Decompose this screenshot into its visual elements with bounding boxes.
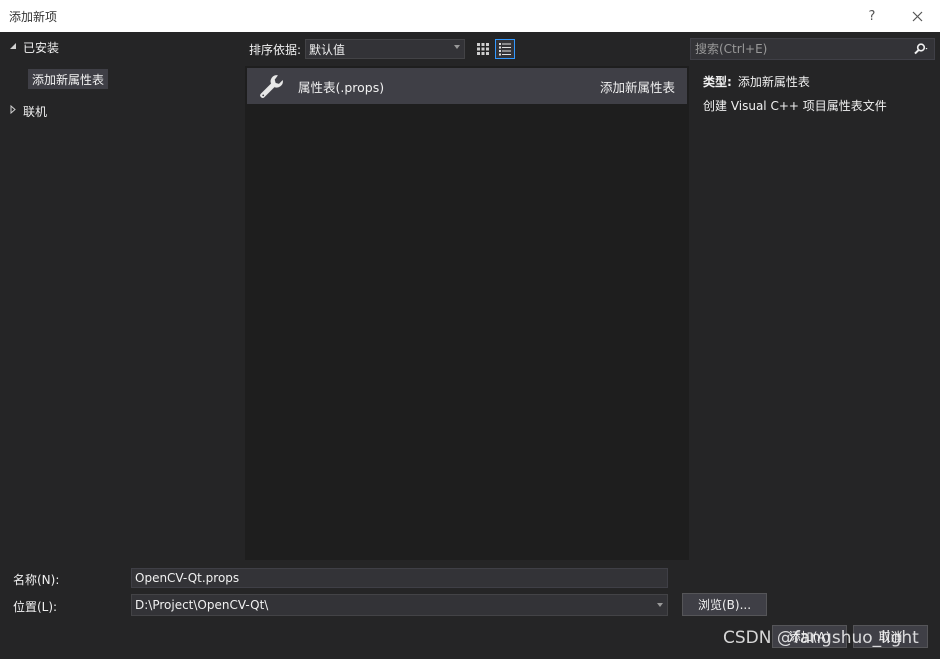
- close-icon: [912, 11, 922, 21]
- template-item-property-sheet[interactable]: 属性表(.props) 添加新属性表: [247, 68, 687, 104]
- category-tree: 已安装 添加新属性表 联机: [0, 32, 244, 560]
- tree-node-label: 联机: [23, 104, 48, 119]
- sort-select-value: 默认值: [309, 42, 346, 57]
- location-value: D:\Project\OpenCV-Qt\: [135, 598, 269, 612]
- sort-toolbar: 排序依据: 默认值: [249, 38, 516, 60]
- grid-view-icon: [477, 43, 490, 55]
- chevron-down-icon: [454, 45, 461, 49]
- template-name: 属性表(.props): [298, 79, 385, 95]
- tree-node-online[interactable]: 联机: [7, 101, 47, 121]
- small-icons-view-button[interactable]: [473, 39, 493, 59]
- watermark-text: CSDN @fangshuo_light: [723, 628, 919, 648]
- name-label: 名称(N):: [13, 573, 60, 587]
- tree-node-label: 已安装: [23, 40, 60, 55]
- dialog-content: 已安装 添加新属性表 联机 排序依据: 默认值 搜索(Ctrl+E) 属性表(.…: [0, 32, 940, 659]
- search-icon: [914, 43, 928, 55]
- type-label: 类型:: [703, 75, 732, 89]
- template-list: 属性表(.props) 添加新属性表: [245, 66, 689, 560]
- chevron-down-icon: [657, 603, 663, 607]
- details-pane: 类型: 添加新属性表 创建 Visual C++ 项目属性表文件: [689, 66, 940, 560]
- sort-select[interactable]: 默认值: [305, 39, 466, 59]
- type-row: 类型: 添加新属性表: [703, 73, 810, 90]
- window-title: 添加新项: [9, 9, 58, 24]
- location-label: 位置(L):: [13, 600, 58, 614]
- template-type: 添加新属性表: [599, 79, 675, 95]
- wrench-icon: [253, 68, 289, 104]
- location-select[interactable]: D:\Project\OpenCV-Qt\: [131, 594, 668, 616]
- browse-button[interactable]: 浏览(B)...: [682, 593, 767, 616]
- tree-item-add-property-sheet[interactable]: 添加新属性表: [28, 69, 109, 89]
- title-bar: 添加新项 ?: [0, 0, 940, 32]
- type-value: 添加新属性表: [737, 75, 810, 89]
- tree-item-label: 添加新属性表: [32, 72, 105, 87]
- close-button[interactable]: [897, 0, 937, 32]
- search-button[interactable]: [908, 43, 934, 55]
- collapsed-arrow-icon[interactable]: [7, 104, 19, 117]
- details-view-button[interactable]: [495, 39, 516, 59]
- list-view-icon: [499, 43, 512, 56]
- help-button[interactable]: ?: [852, 0, 892, 32]
- sort-label: 排序依据:: [249, 42, 302, 57]
- tree-node-installed[interactable]: 已安装: [7, 37, 59, 57]
- search-input[interactable]: [691, 39, 908, 59]
- description-text: 创建 Visual C++ 项目属性表文件: [703, 99, 887, 113]
- name-input[interactable]: [131, 568, 668, 588]
- search-box[interactable]: [690, 38, 935, 60]
- expanded-arrow-icon[interactable]: [7, 42, 19, 53]
